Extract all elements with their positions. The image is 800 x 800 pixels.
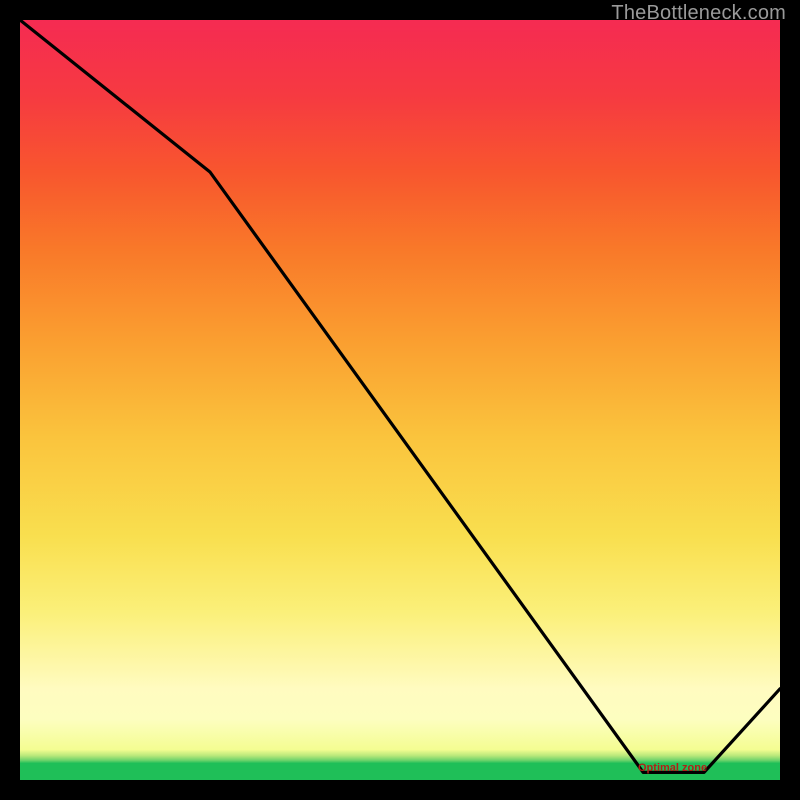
plot-area: Optimal zone — [20, 20, 780, 780]
chart-stage: TheBottleneck.com Optimal zone — [0, 0, 800, 800]
optimal-zone-annotation: Optimal zone — [638, 762, 707, 774]
line-overlay — [20, 20, 780, 780]
bottleneck-curve — [20, 20, 780, 772]
